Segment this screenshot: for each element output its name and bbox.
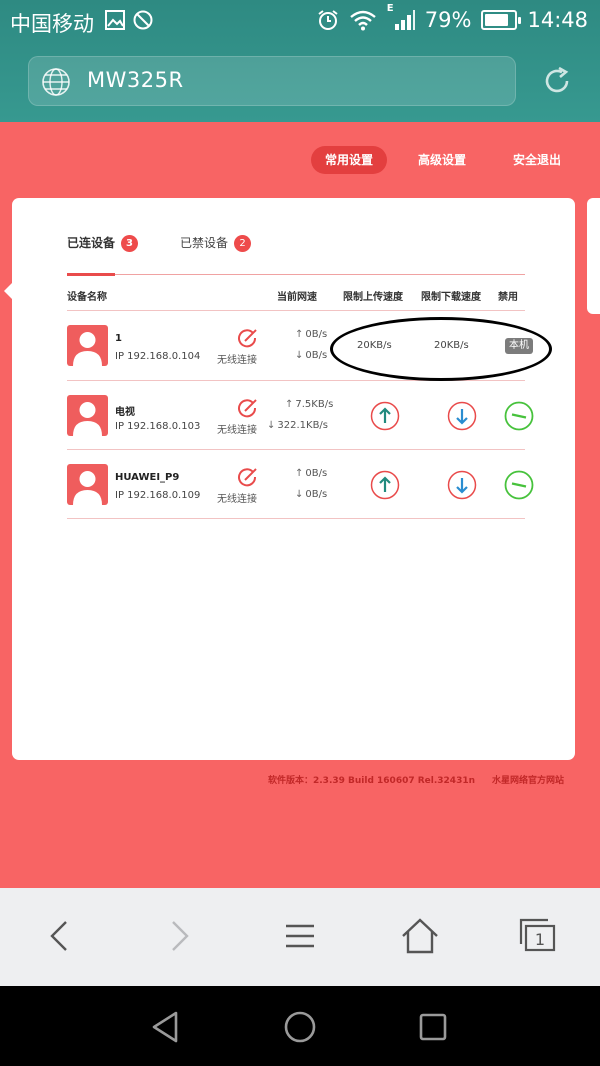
limit-upload-button[interactable] [370, 470, 400, 500]
battery-icon [481, 10, 522, 30]
system-nav-bar [0, 986, 600, 1066]
avatar [67, 325, 108, 366]
device-name[interactable]: 电视 [115, 403, 135, 418]
block-device-button[interactable] [504, 470, 534, 500]
device-name[interactable]: 1 [115, 333, 122, 344]
row-divider [67, 518, 525, 519]
column-header-ban: 禁用 [498, 292, 518, 303]
status-bar: 中国移动 E 79% 14:48 [0, 0, 600, 44]
device-ip: IP 192.168.0.103 [115, 421, 201, 432]
tab-connected-devices[interactable]: 已连设备 3 [67, 234, 139, 252]
no-disturb-icon [133, 10, 153, 30]
device-ip: IP 192.168.0.104 [115, 351, 201, 362]
home-icon[interactable] [398, 914, 442, 958]
forward-icon[interactable] [157, 914, 201, 958]
edit-icon[interactable] [237, 397, 259, 419]
connection-type: 无线连接 [217, 494, 257, 505]
nav-common-settings[interactable]: 常用设置 [311, 146, 387, 174]
address-bar[interactable]: MW325R [28, 56, 516, 106]
header-divider [67, 310, 525, 311]
upload-speed: ↑ 7.5KB/s [285, 399, 334, 410]
column-header-down-limit: 限制下载速度 [421, 292, 481, 303]
annotation-ellipse [330, 317, 552, 381]
limit-upload-button[interactable] [370, 401, 400, 431]
user-icon [73, 471, 102, 505]
table-row: 电视 IP 192.168.0.103 无线连接 ↑ 7.5KB/s ↓ 322.1… [67, 382, 534, 450]
official-site-link[interactable]: 水星网络官方网站 [492, 773, 564, 786]
image-notification-icon [105, 10, 125, 30]
edit-icon[interactable] [237, 327, 259, 349]
url-text: MW325R [87, 68, 184, 92]
reload-icon[interactable] [540, 64, 574, 98]
limit-download-button[interactable] [447, 470, 477, 500]
user-icon [73, 402, 102, 436]
block-device-button[interactable] [504, 401, 534, 431]
upload-speed: ↑ 0B/s [295, 329, 328, 340]
software-version: 软件版本：2.3.39 Build 160607 Rel.32431n [268, 776, 475, 786]
column-header-name: 设备名称 [67, 292, 107, 303]
side-panel-edge [587, 198, 600, 314]
tab-divider [67, 274, 525, 275]
download-speed: ↓ 0B/s [295, 350, 328, 361]
menu-icon[interactable] [278, 914, 322, 958]
user-icon [73, 332, 102, 366]
back-icon[interactable] [38, 914, 82, 958]
connection-type: 无线连接 [217, 425, 257, 436]
tabs-icon[interactable]: 1 [516, 914, 560, 958]
download-speed: ↓ 0B/s [295, 489, 328, 500]
avatar [67, 395, 108, 436]
download-speed: ↓ 322.1KB/s [267, 420, 329, 431]
nav-home-icon[interactable] [281, 1008, 319, 1046]
carrier-label: 中国移动 [10, 12, 94, 36]
nav-back-icon[interactable] [146, 1008, 184, 1046]
count-badge: 2 [234, 235, 252, 252]
browser-topbar: 中国移动 E 79% 14:48 MW325R [0, 0, 600, 122]
tab-label: 已禁设备 [180, 236, 229, 250]
device-card: 已连设备 3 已禁设备 2 设备名称 当前网速 限制上传速度 限制下载速度 禁用 1… [12, 198, 575, 760]
battery-percent: 79% [424, 8, 472, 32]
upload-speed: ↑ 0B/s [295, 468, 328, 479]
signal-icon: E [387, 3, 415, 31]
tab-label: 已连设备 [67, 236, 116, 250]
device-name[interactable]: HUAWEI_P9 [115, 472, 179, 483]
clock: 14:48 [527, 8, 588, 32]
tab-blocked-devices[interactable]: 已禁设备 2 [180, 234, 252, 252]
connection-type: 无线连接 [217, 355, 257, 366]
active-tab-indicator [67, 273, 115, 276]
device-ip: IP 192.168.0.109 [115, 490, 201, 501]
limit-download-button[interactable] [447, 401, 477, 431]
nav-advanced-settings[interactable]: 高级设置 [408, 146, 476, 174]
browser-toolbar: 1 [0, 888, 600, 986]
table-row: HUAWEI_P9 IP 192.168.0.109 无线连接 ↑ 0B/s ↓ 0… [67, 451, 534, 519]
count-badge: 3 [121, 235, 139, 252]
row-divider [67, 449, 525, 450]
avatar [67, 464, 108, 505]
nav-logout[interactable]: 安全退出 [503, 146, 571, 174]
svg-text:1: 1 [535, 930, 545, 949]
column-header-up-limit: 限制上传速度 [343, 292, 403, 303]
status-right: E 79% 14:48 [317, 3, 588, 32]
wifi-icon [350, 10, 376, 31]
nav-recents-icon[interactable] [414, 1008, 452, 1046]
router-page: 常用设置 高级设置 安全退出 已连设备 3 已禁设备 2 设备名称 当前网速 限制上… [0, 122, 600, 888]
globe-icon [42, 68, 70, 96]
column-header-speed: 当前网速 [277, 292, 317, 303]
alarm-icon [318, 10, 338, 30]
edit-icon[interactable] [237, 466, 259, 488]
